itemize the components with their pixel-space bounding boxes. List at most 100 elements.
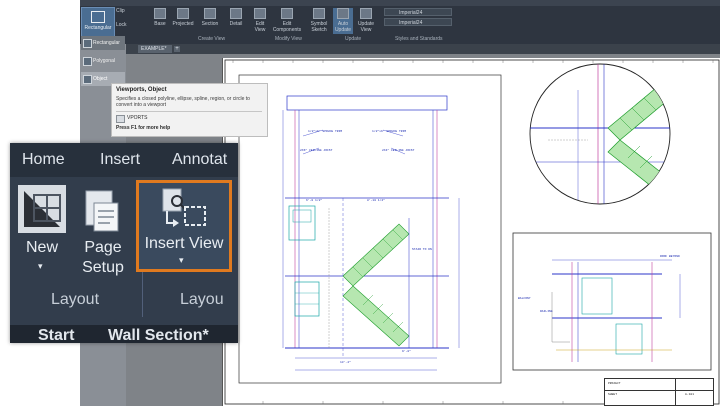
clip-label: Clip: [116, 8, 125, 14]
title-block: PROJECT SHEET A-101: [604, 378, 714, 406]
menu-item-rectangular[interactable]: Rectangular: [81, 36, 125, 50]
update-view-icon: [360, 8, 372, 19]
section-button[interactable]: Section: [198, 8, 222, 34]
tooltip-body: Specifies a closed polyline, ellipse, sp…: [116, 96, 250, 108]
insert-view-label: Insert View: [144, 235, 224, 252]
symbol-sketch-button[interactable]: Symbol Sketch: [308, 8, 330, 34]
style-dropdown-1-value: Imperial24: [399, 10, 423, 16]
menu-item-polygonal-label: Polygonal: [93, 58, 115, 64]
style-dropdown-2-value: Imperial24: [399, 20, 423, 26]
insert-view-button[interactable]: Insert View ▾: [136, 180, 232, 272]
auto-update-button[interactable]: Auto Update: [333, 8, 353, 34]
dim-label-1: 6'-0 1/2": [306, 199, 323, 202]
ribbon-tab-bar: Home Insert Annotat: [10, 143, 238, 177]
page-setup-icon[interactable]: [84, 189, 120, 233]
style-dropdown-1[interactable]: Imperial24: [384, 8, 452, 16]
rectangular-button[interactable]: Rectangular: [81, 7, 115, 37]
new-layout-icon[interactable]: [18, 185, 66, 233]
auto-update-label: Auto Update: [334, 21, 352, 33]
ribbon-top-strip: [80, 0, 720, 6]
tab-start[interactable]: Start: [38, 327, 74, 343]
section-icon: [204, 8, 216, 19]
detail-label-railing: RAILING: [540, 310, 553, 313]
group-label-layout-2: Layou: [180, 291, 224, 308]
tooltip-command: VPORTS: [127, 115, 148, 121]
edit-view-icon: [254, 8, 266, 19]
symbol-sketch-icon: [313, 8, 325, 19]
edit-view-label: Edit View: [254, 21, 266, 33]
lower-detail-viewport: [512, 232, 712, 371]
edit-components-label: Edit Components: [272, 21, 302, 33]
command-icon: [116, 115, 125, 123]
document-tabs-zoom: Start Wall Section*: [10, 325, 238, 343]
edit-view-button[interactable]: Edit View: [252, 8, 268, 34]
page-setup-label-line1[interactable]: Page: [76, 237, 130, 258]
projected-button[interactable]: Projected: [170, 8, 196, 34]
polygonal-icon: [83, 57, 92, 66]
auto-update-icon: [337, 8, 349, 19]
insert-view-icon: [157, 187, 213, 231]
page-setup-label-line2[interactable]: Setup: [76, 257, 130, 278]
document-tab-example[interactable]: EXAMPLE*: [138, 45, 172, 53]
dim-label-2: 8'-10 1/4": [367, 199, 386, 202]
new-dropdown-arrow-icon[interactable]: ▾: [38, 261, 43, 272]
tab-home[interactable]: Home: [22, 151, 65, 169]
detail-label-roof-beyond: ROOF BEYOND: [660, 255, 680, 258]
group-modify-view: Modify View: [275, 36, 302, 42]
tooltip-viewports-object: Viewports, Object Specifies a closed pol…: [111, 83, 268, 137]
lock-label: Lock: [116, 22, 127, 28]
wall-section-drawing: [282, 95, 460, 371]
symbol-sketch-label: Symbol Sketch: [310, 21, 328, 33]
group-styles-standards: Styles and Standards: [395, 36, 443, 42]
title-block-project: PROJECT: [608, 382, 621, 385]
document-tab-label: EXAMPLE*: [141, 46, 167, 52]
title-block-sheet: SHEET: [608, 393, 618, 396]
dim-label-3: 9'-0": [402, 350, 412, 353]
detail-label: Detail: [229, 21, 243, 27]
tab-insert[interactable]: Insert: [100, 151, 140, 169]
base-button[interactable]: Base: [150, 8, 170, 34]
detail-icon: [230, 8, 242, 19]
rectangle-icon: [91, 11, 105, 23]
title-block-divider: [605, 390, 713, 391]
projected-icon: [177, 8, 189, 19]
detail-label-balcony: BALCONY: [518, 297, 531, 300]
menu-item-polygonal[interactable]: Polygonal: [81, 54, 125, 68]
tab-wall-section[interactable]: Wall Section*: [108, 327, 209, 343]
object-icon: [83, 75, 92, 84]
group-update: Update: [345, 36, 362, 42]
rectangular-icon: [83, 39, 92, 48]
note-spruce-trim-2: 1/2"x6' SPRUCE TRIM: [372, 130, 407, 133]
base-icon: [154, 8, 166, 19]
group-label-layout: Layout: [50, 291, 100, 308]
menu-item-rectangular-label: Rectangular: [93, 40, 120, 46]
new-button-label[interactable]: New: [14, 237, 70, 258]
edit-components-icon: [281, 8, 293, 19]
tooltip-help: Press F1 for more help: [116, 125, 171, 131]
edit-components-button[interactable]: Edit Components: [270, 8, 304, 34]
update-view-label: Update View: [357, 21, 375, 33]
new-tab-icon[interactable]: +: [174, 46, 180, 52]
title-block-number: A-101: [685, 393, 695, 396]
note-ceiling-joist-2: 2X4" CEILING JOIST: [382, 149, 415, 152]
style-dropdown-2[interactable]: Imperial24: [384, 18, 452, 26]
note-spruce-trim-1: 1/2"x6' SPRUCE TRIM: [308, 130, 343, 133]
tab-annotate[interactable]: Annotat: [172, 151, 227, 169]
note-ceiling-joist-1: 2X6" CEILING JOIST: [300, 149, 333, 152]
title-block-divider-v: [675, 379, 676, 405]
stair-label: STAIR TO DN: [412, 248, 432, 251]
ribbon-zoom-inset: Home Insert Annotat New ▾ Page Setup Lay…: [10, 143, 238, 343]
projected-label: Projected: [172, 21, 194, 27]
document-tab-bar: [126, 44, 720, 54]
circle-detail-viewport: [529, 63, 671, 205]
tooltip-divider: [116, 111, 262, 112]
base-label: Base: [154, 21, 166, 27]
detail-button[interactable]: Detail: [226, 8, 246, 34]
rectangular-label: Rectangular: [84, 25, 112, 31]
tooltip-title: Viewports, Object: [116, 87, 167, 93]
dim-label-4: 13'-4": [340, 361, 351, 364]
main-viewport-frame: [238, 74, 502, 384]
insert-view-dropdown-icon[interactable]: ▾: [179, 255, 184, 266]
menu-item-object-label: Object: [93, 76, 108, 82]
update-view-button[interactable]: Update View: [355, 8, 377, 34]
